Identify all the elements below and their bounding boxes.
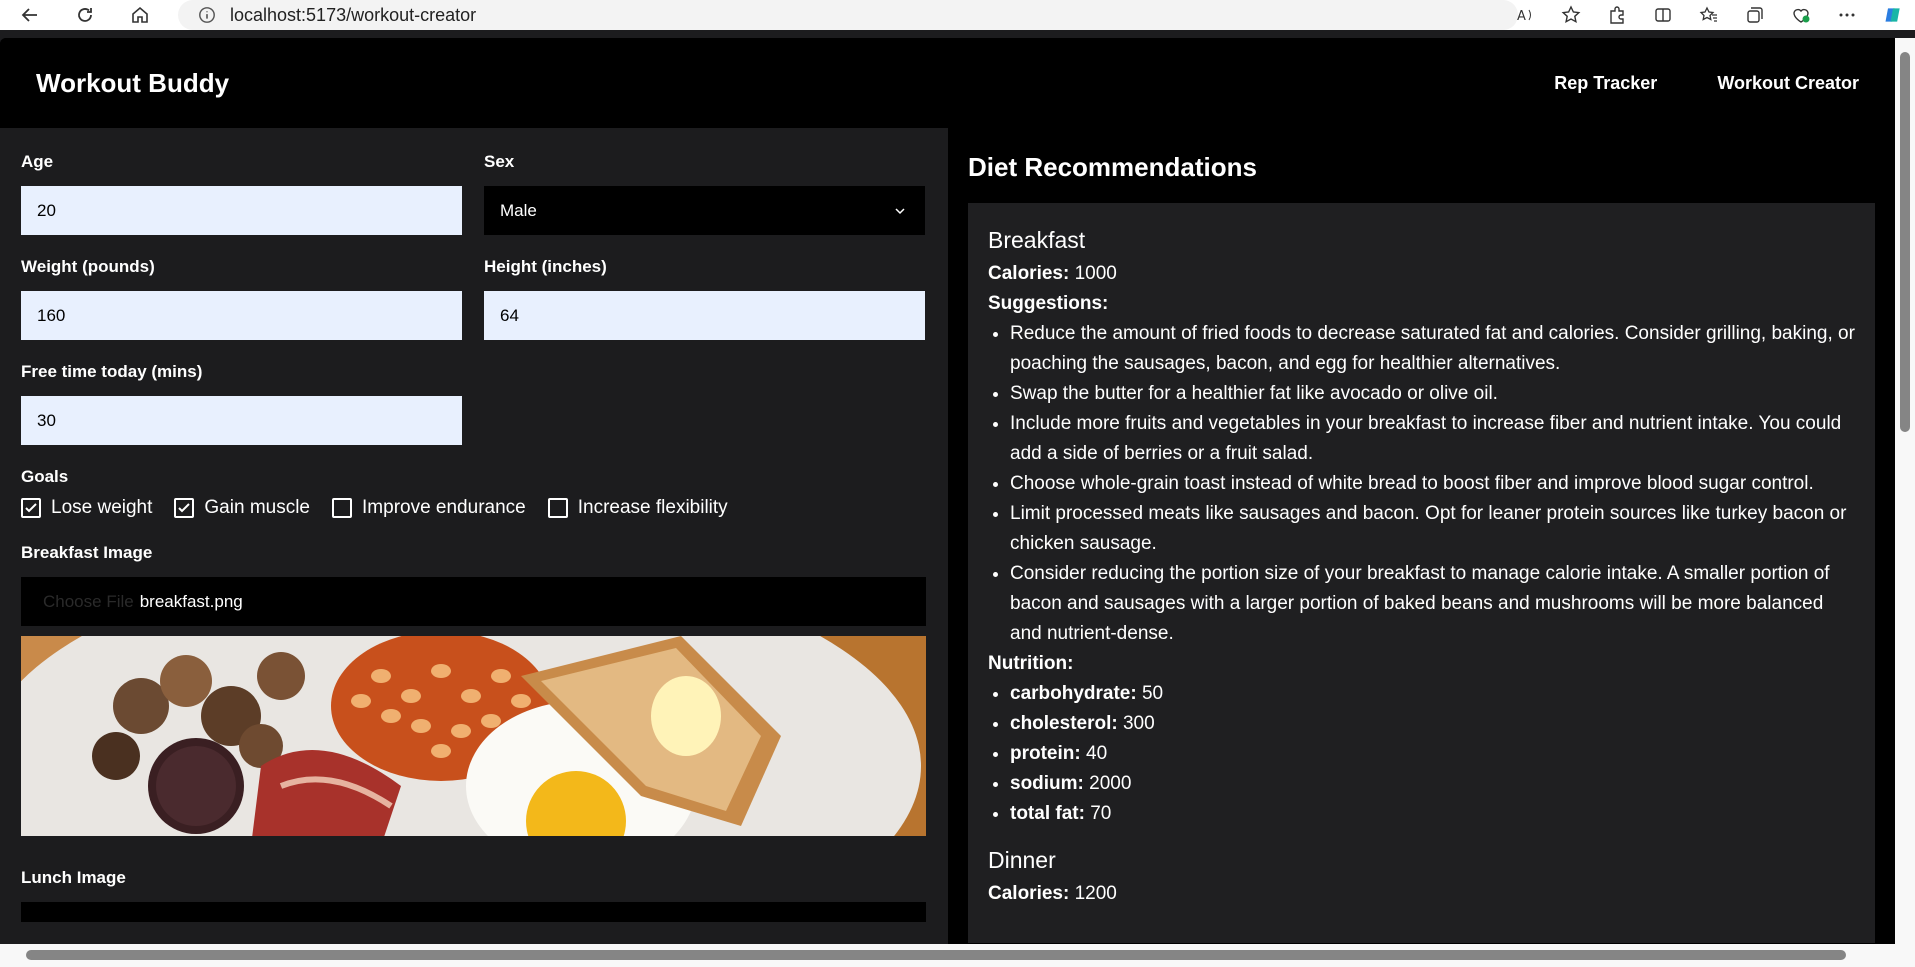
sex-select[interactable]: Male bbox=[484, 186, 925, 235]
height-input[interactable] bbox=[484, 291, 925, 340]
copilot-icon[interactable] bbox=[1881, 3, 1905, 27]
more-menu-icon[interactable] bbox=[1835, 3, 1859, 27]
goal-gain-muscle[interactable]: Gain muscle bbox=[174, 497, 310, 519]
horizontal-scrollbar[interactable] bbox=[0, 944, 1895, 967]
list-item: sodium: 2000 bbox=[1010, 769, 1855, 799]
browser-essentials-icon[interactable] bbox=[1789, 3, 1813, 27]
weight-input[interactable] bbox=[21, 291, 462, 340]
lunch-file-input[interactable] bbox=[21, 902, 926, 922]
list-item: cholesterol: 300 bbox=[1010, 709, 1855, 739]
list-item: Include more fruits and vegetables in yo… bbox=[1010, 409, 1855, 469]
goal-label: Gain muscle bbox=[204, 497, 311, 518]
list-item: total fat: 70 bbox=[1010, 799, 1855, 829]
back-icon[interactable] bbox=[16, 1, 44, 29]
list-item: Consider reducing the portion size of yo… bbox=[1010, 559, 1855, 649]
info-icon[interactable] bbox=[198, 6, 216, 24]
read-aloud-icon[interactable]: A bbox=[1513, 3, 1537, 27]
browser-toolbar: localhost:5173/workout-creator A bbox=[0, 0, 1915, 30]
breakfast-calories: Calories: 1000 bbox=[988, 263, 1117, 284]
choose-file-button[interactable]: Choose File bbox=[43, 592, 134, 612]
lunch-image-label: Lunch Image bbox=[21, 868, 126, 887]
breakfast-image-label: Breakfast Image bbox=[21, 543, 153, 562]
checkbox-unchecked-icon[interactable] bbox=[547, 498, 568, 518]
nav-workout-creator[interactable]: Workout Creator bbox=[1717, 73, 1859, 94]
app-header: Workout Buddy Rep Tracker Workout Creato… bbox=[0, 38, 1895, 128]
age-input[interactable] bbox=[21, 186, 462, 235]
goal-label: Lose weight bbox=[51, 497, 153, 518]
breakfast-title: Breakfast bbox=[988, 227, 1086, 253]
list-item: Reduce the amount of fried foods to decr… bbox=[1010, 319, 1855, 379]
scrollbar-corner bbox=[1895, 944, 1915, 967]
free-time-input[interactable] bbox=[21, 396, 462, 445]
dinner-calories: Calories: 1200 bbox=[988, 883, 1117, 904]
vertical-scrollbar[interactable] bbox=[1895, 38, 1915, 944]
dinner-title: Dinner bbox=[988, 847, 1056, 873]
collections-icon[interactable] bbox=[1743, 3, 1767, 27]
breakfast-file-input[interactable]: Choose File breakfast.png bbox=[21, 577, 926, 626]
refresh-icon[interactable] bbox=[71, 1, 99, 29]
list-item: protein: 40 bbox=[1010, 739, 1855, 769]
sex-label: Sex bbox=[484, 152, 515, 171]
goal-increase-flexibility[interactable]: Increase flexibility bbox=[547, 497, 728, 519]
chevron-down-icon bbox=[895, 207, 905, 214]
goals-label: Goals bbox=[21, 467, 69, 486]
split-screen-icon[interactable] bbox=[1651, 3, 1675, 27]
age-label: Age bbox=[21, 152, 54, 171]
url-text[interactable]: localhost:5173/workout-creator bbox=[230, 5, 476, 26]
checkbox-checked-icon[interactable] bbox=[174, 498, 195, 518]
sex-select-value: Male bbox=[500, 200, 537, 220]
list-item: Limit processed meats like sausages and … bbox=[1010, 499, 1855, 559]
breakfast-file-name: breakfast.png bbox=[139, 591, 243, 611]
diet-card: Breakfast Calories: 1000 Suggestions: Re… bbox=[968, 203, 1875, 943]
app-window: Workout Buddy Rep Tracker Workout Creato… bbox=[0, 38, 1895, 944]
home-icon[interactable] bbox=[126, 1, 154, 29]
breakfast-suggestions-label: Suggestions: bbox=[988, 293, 1109, 314]
checkbox-checked-icon[interactable] bbox=[21, 498, 41, 518]
diet-title: Diet Recommendations bbox=[968, 152, 1257, 182]
top-nav: Rep Tracker Workout Creator bbox=[1554, 73, 1859, 94]
workout-form: Age Sex Male Weight (pounds) Hei bbox=[0, 128, 948, 944]
address-bar[interactable]: localhost:5173/workout-creator bbox=[178, 0, 1518, 30]
diet-panel: Diet Recommendations Breakfast Calories:… bbox=[948, 128, 1895, 944]
checkbox-unchecked-icon[interactable] bbox=[332, 498, 353, 518]
extensions-icon[interactable] bbox=[1605, 3, 1629, 27]
breakfast-suggestions-list: Reduce the amount of fried foods to decr… bbox=[988, 319, 1855, 649]
horizontal-scroll-thumb[interactable] bbox=[26, 950, 1846, 960]
goal-lose-weight[interactable]: Lose weight bbox=[21, 497, 152, 519]
brand-title[interactable]: Workout Buddy bbox=[36, 68, 229, 99]
goals-group: Lose weight Gain muscle Improve enduranc… bbox=[21, 497, 927, 519]
breakfast-nutrition-label: Nutrition: bbox=[988, 653, 1074, 674]
free-time-label: Free time today (mins) bbox=[21, 362, 203, 381]
breakfast-preview-image bbox=[21, 636, 926, 836]
breakfast-nutrition-list: carbohydrate: 50 cholesterol: 300 protei… bbox=[988, 679, 1855, 829]
height-label: Height (inches) bbox=[484, 257, 607, 276]
weight-label: Weight (pounds) bbox=[21, 257, 155, 276]
vertical-scroll-thumb[interactable] bbox=[1900, 52, 1910, 432]
svg-text:A: A bbox=[1517, 9, 1526, 24]
favorite-star-icon[interactable] bbox=[1559, 3, 1583, 27]
goal-label: Increase flexibility bbox=[577, 497, 728, 518]
goal-label: Improve endurance bbox=[362, 497, 526, 518]
list-item: carbohydrate: 50 bbox=[1010, 679, 1855, 709]
favorites-icon[interactable] bbox=[1697, 3, 1721, 27]
list-item: Choose whole-grain toast instead of whit… bbox=[1010, 469, 1855, 499]
goal-improve-endurance[interactable]: Improve endurance bbox=[332, 497, 526, 519]
nav-rep-tracker[interactable]: Rep Tracker bbox=[1554, 73, 1657, 94]
list-item: Swap the butter for a healthier fat like… bbox=[1010, 379, 1855, 409]
